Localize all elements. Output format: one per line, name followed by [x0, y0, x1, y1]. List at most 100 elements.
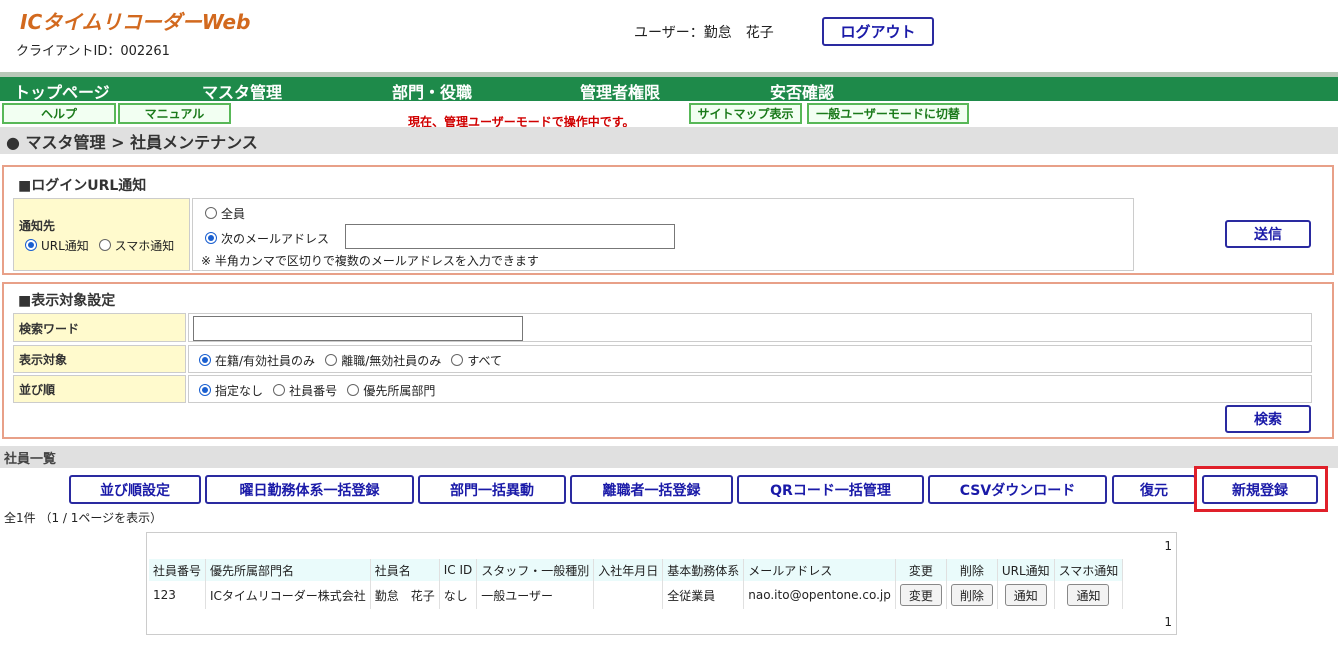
- user-label: ユーザー：勤怠 花子: [634, 25, 774, 41]
- employee-table: 社員番号 優先所属部門名 社員名 IC ID スタッフ・一般種別 入社年月日 基…: [149, 559, 1124, 609]
- radio-target-all[interactable]: [451, 354, 464, 366]
- cell-dept: ICタイムリコーダー株式会社: [205, 581, 371, 609]
- col-join-date: 入社年月日: [593, 559, 664, 581]
- sp-notify-button[interactable]: 通知: [1067, 584, 1110, 606]
- send-button[interactable]: 送信: [1225, 220, 1311, 248]
- col-sp-notify: スマホ通知: [1054, 559, 1124, 581]
- sitemap-button[interactable]: サイトマップ表示: [689, 103, 802, 124]
- radio-all-label: 全員: [221, 207, 246, 221]
- sort-emp-no-label: 社員番号: [289, 384, 338, 398]
- target-inactive-label: 離職/無効社員のみ: [341, 354, 442, 368]
- radio-smartphone-notify[interactable]: [98, 239, 111, 251]
- login-url-title: ■ログインURL通知: [18, 178, 147, 194]
- col-name: 社員名: [370, 559, 440, 581]
- radio-target-inactive[interactable]: [325, 354, 338, 366]
- col-emp-no: 社員番号: [149, 559, 207, 581]
- search-word-label: 検索ワード: [19, 322, 80, 336]
- radio-url-notify-label: URL通知: [41, 239, 89, 253]
- cell-work-system: 全従業員: [662, 581, 745, 609]
- sort-label: 並び順: [19, 383, 56, 397]
- col-edit: 変更: [895, 559, 947, 581]
- target-options-cell: 在籍/有効社員のみ 離職/無効社員のみ すべて: [188, 345, 1312, 373]
- search-word-input[interactable]: [193, 316, 523, 341]
- radio-sort-none[interactable]: [199, 384, 211, 396]
- target-label-cell: 表示対象: [13, 345, 186, 373]
- switch-mode-button[interactable]: 一般ユーザーモードに切替: [807, 103, 969, 124]
- employee-table-container: 1 社員番号 優先所属部門名 社員名 IC ID スタッフ・一般種別 入社年月日…: [146, 532, 1177, 635]
- radio-all[interactable]: [205, 207, 217, 219]
- search-word-cell: [188, 313, 1312, 342]
- email-note: ※ 半角カンマで区切りで複数のメールアドレスを入力できます: [201, 254, 539, 268]
- nav-admin[interactable]: 管理者権限: [580, 79, 660, 103]
- opt-all-row: 全員: [205, 205, 251, 222]
- header: ICタイムリコーダーWeb クライアントID：002261 ユーザー：勤怠 花子…: [0, 0, 1338, 72]
- logout-button[interactable]: ログアウト: [822, 17, 934, 46]
- email-input[interactable]: [345, 224, 675, 249]
- new-register-button[interactable]: 新規登録: [1202, 475, 1318, 504]
- nav-master[interactable]: マスタ管理: [202, 79, 282, 103]
- app-title: ICタイムリコーダーWeb: [20, 10, 251, 34]
- nav-safety[interactable]: 安否確認: [770, 79, 834, 103]
- cell-email: nao.ito@opentone.co.jp: [743, 581, 896, 609]
- radio-url-notify[interactable]: [25, 239, 37, 251]
- col-delete: 削除: [946, 559, 998, 581]
- search-word-label-cell: 検索ワード: [13, 313, 186, 342]
- radio-sort-emp-no[interactable]: [273, 384, 286, 396]
- dest-options-cell: 全員 次のメールアドレス ※ 半角カンマで区切りで複数のメールアドレスを入力でき…: [192, 198, 1134, 271]
- col-type: スタッフ・一般種別: [476, 559, 595, 581]
- table-row: 123 ICタイムリコーダー株式会社 勤怠 花子 なし 一般ユーザー 全従業員 …: [149, 581, 1124, 609]
- col-dept: 優先所属部門名: [205, 559, 371, 581]
- sort-label-cell: 並び順: [13, 375, 186, 403]
- dest-options: URL通知 スマホ通知: [25, 237, 180, 254]
- retiree-bulk-register-button[interactable]: 離職者一括登録: [570, 475, 733, 504]
- opt-following-row: 次のメールアドレス: [205, 230, 335, 247]
- cell-delete: 削除: [946, 581, 998, 609]
- delete-button[interactable]: 削除: [950, 584, 993, 606]
- col-url-notify: URL通知: [997, 559, 1055, 581]
- pagination-top[interactable]: 1: [1164, 539, 1172, 553]
- radio-following[interactable]: [205, 232, 217, 244]
- edit-button[interactable]: 変更: [899, 584, 942, 606]
- cell-ic-id: なし: [439, 581, 478, 609]
- display-settings-section: ■表示対象設定 検索ワード 表示対象 在籍/有効社員のみ 離職/無効社員のみ す…: [2, 282, 1334, 439]
- dest-label-cell: 通知先 URL通知 スマホ通知: [13, 198, 190, 271]
- cell-join-date: [593, 581, 664, 609]
- nav-department[interactable]: 部門・役職: [392, 79, 472, 103]
- target-options: 在籍/有効社員のみ 離職/無効社員のみ すべて: [199, 352, 508, 369]
- radio-sort-dept[interactable]: [347, 384, 360, 396]
- display-settings-title: ■表示対象設定: [18, 293, 116, 309]
- result-count: 全1件 （1 / 1ページを表示）: [4, 511, 163, 525]
- table-header-row: 社員番号 優先所属部門名 社員名 IC ID スタッフ・一般種別 入社年月日 基…: [149, 559, 1124, 581]
- restore-button[interactable]: 復元: [1112, 475, 1196, 504]
- help-button[interactable]: ヘルプ: [2, 103, 116, 124]
- sort-options-cell: 指定なし 社員番号 優先所属部門: [188, 375, 1312, 403]
- radio-following-label: 次のメールアドレス: [221, 232, 330, 246]
- client-id: クライアントID：002261: [16, 44, 170, 59]
- sort-none-label: 指定なし: [215, 384, 264, 398]
- main-nav: トップページ マスタ管理 部門・役職 管理者権限 安否確認: [0, 77, 1338, 103]
- qr-bulk-manage-button[interactable]: QRコード一括管理: [737, 475, 924, 504]
- sort-dept-label: 優先所属部門: [363, 384, 436, 398]
- login-url-section: ■ログインURL通知 通知先 URL通知 スマホ通知 全員 次のメールアドレス …: [2, 165, 1334, 275]
- sort-settings-button[interactable]: 並び順設定: [69, 475, 201, 504]
- nav-top-page[interactable]: トップページ: [14, 79, 110, 103]
- target-active-label: 在籍/有効社員のみ: [215, 354, 316, 368]
- csv-download-button[interactable]: CSVダウンロード: [928, 475, 1107, 504]
- url-notify-button[interactable]: 通知: [1004, 584, 1047, 606]
- target-label: 表示対象: [19, 353, 68, 367]
- radio-smartphone-label: スマホ通知: [114, 239, 175, 253]
- col-ic-id: IC ID: [439, 559, 478, 581]
- employee-list-title: 社員一覧: [0, 446, 1338, 468]
- dest-label: 通知先: [19, 219, 56, 233]
- weekday-bulk-register-button[interactable]: 曜日勤務体系一括登録: [205, 475, 414, 504]
- pagination-bottom[interactable]: 1: [1164, 615, 1172, 629]
- manual-button[interactable]: マニュアル: [118, 103, 231, 124]
- sort-options: 指定なし 社員番号 優先所属部門: [199, 382, 441, 399]
- dept-bulk-transfer-button[interactable]: 部門一括異動: [418, 475, 566, 504]
- cell-url-notify: 通知: [997, 581, 1055, 609]
- search-button[interactable]: 検索: [1225, 405, 1311, 433]
- radio-target-active[interactable]: [199, 354, 211, 366]
- col-work-system: 基本勤務体系: [662, 559, 745, 581]
- col-email: メールアドレス: [743, 559, 896, 581]
- breadcrumb: ● マスタ管理 > 社員メンテナンス: [0, 127, 1338, 154]
